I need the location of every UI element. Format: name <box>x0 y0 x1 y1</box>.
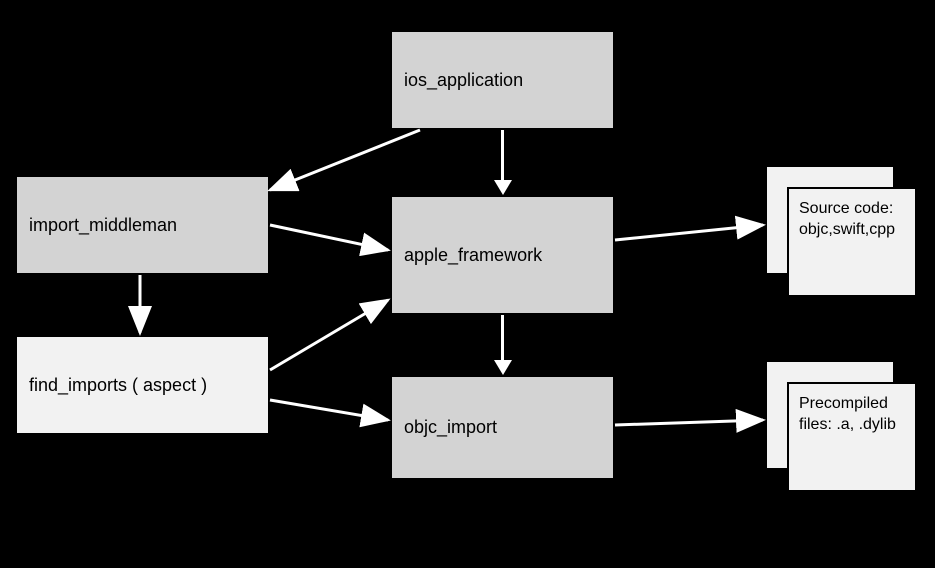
arrow-ios-to-middleman <box>270 130 420 190</box>
arrow-ios-to-framework-head <box>494 180 512 195</box>
source-code-front: Source code: objc,swift,cpp <box>787 187 917 297</box>
apple-framework-label: apple_framework <box>404 245 542 266</box>
arrow-ios-to-framework-line <box>501 130 504 180</box>
ios-application-label: ios_application <box>404 70 523 91</box>
objc-import-box: objc_import <box>390 375 615 480</box>
arrow-findimports-to-objc <box>270 400 388 420</box>
arrow-middleman-to-framework <box>270 225 388 250</box>
arrow-framework-to-source <box>615 225 763 240</box>
find-imports-box: find_imports ( aspect ) <box>15 335 270 435</box>
precompiled-label: Precompiled files: .a, .dylib <box>799 394 905 436</box>
arrow-framework-to-objc-line <box>501 315 504 360</box>
diagram-canvas: import_middleman find_imports ( aspect )… <box>0 0 935 568</box>
ios-application-box: ios_application <box>390 30 615 130</box>
apple-framework-box: apple_framework <box>390 195 615 315</box>
source-code-label: Source code: objc,swift,cpp <box>799 199 905 241</box>
objc-import-label: objc_import <box>404 417 497 438</box>
arrow-objc-to-precompiled <box>615 420 763 425</box>
precompiled-front: Precompiled files: .a, .dylib <box>787 382 917 492</box>
arrow-findimports-to-framework <box>270 300 388 370</box>
arrow-framework-to-objc-head <box>494 360 512 375</box>
find-imports-label: find_imports ( aspect ) <box>29 375 207 396</box>
import-middleman-label: import_middleman <box>29 215 177 236</box>
import-middleman-box: import_middleman <box>15 175 270 275</box>
